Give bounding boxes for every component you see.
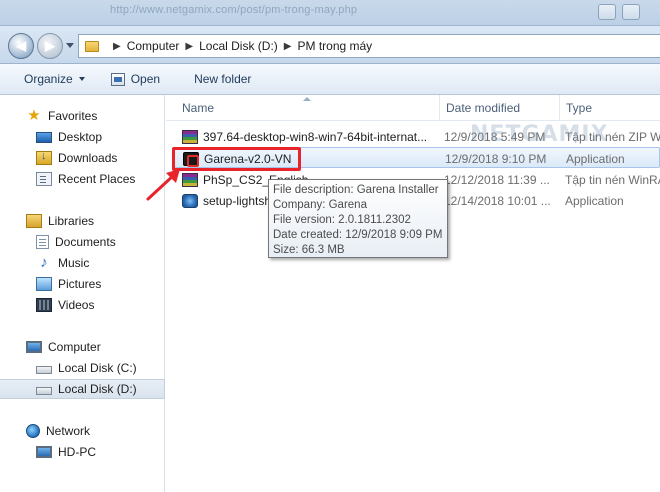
hard-drive-icon (36, 386, 52, 395)
nav-item-documents[interactable]: Documents (0, 232, 165, 252)
nav-label: Local Disk (C:) (58, 361, 137, 375)
annotation-arrow-icon (146, 169, 180, 201)
hard-drive-icon (36, 365, 52, 374)
music-note-icon: ♪ (40, 254, 48, 271)
forward-button[interactable]: ▶ (37, 33, 63, 59)
pc-icon (36, 446, 52, 458)
open-icon (110, 72, 125, 86)
videos-icon (36, 298, 52, 312)
file-info-tooltip: File description: Garena Installer Compa… (268, 179, 448, 258)
nav-label: Videos (58, 298, 95, 312)
nav-label: Desktop (58, 130, 103, 144)
watermark-text: NETGAMIX (470, 122, 609, 147)
column-headers: Name Date modified Type (166, 95, 660, 121)
nav-label: Music (58, 256, 90, 270)
winrar-archive-icon (182, 129, 198, 144)
window-top-strip: http://www.netgamix.com/post/pm-trong-ma… (0, 0, 660, 26)
nav-label: Downloads (58, 151, 118, 165)
network-globe-icon (26, 424, 40, 438)
nav-label: Favorites (48, 109, 98, 123)
downloads-folder-icon (36, 150, 52, 165)
file-type: Application (565, 193, 624, 208)
window-control-button[interactable] (622, 4, 640, 20)
column-header-label: Type (566, 101, 593, 115)
column-header-date-modified[interactable]: Date modified (439, 95, 559, 121)
recent-places-icon (36, 172, 52, 186)
address-bar[interactable]: ▶ Computer ▶ Local Disk (D:) ▶ PM trong … (78, 34, 660, 58)
breadcrumb-separator-icon[interactable]: ▶ (185, 41, 193, 52)
desktop-icon (36, 131, 52, 143)
nav-label: Network (46, 424, 91, 438)
ghost-url-text: http://www.netgamix.com/post/pm-trong-ma… (110, 4, 358, 16)
nav-label: Computer (48, 340, 101, 354)
highlight-box (172, 147, 301, 171)
nav-item-music[interactable]: ♪ Music (0, 253, 165, 273)
nav-label: Pictures (58, 277, 102, 291)
star-icon: ★ (27, 107, 41, 124)
command-toolbar: Organize Open New folder (0, 64, 660, 95)
organize-button[interactable]: Organize (18, 67, 91, 91)
nav-item-desktop[interactable]: Desktop (0, 127, 165, 147)
navigation-pane: ★ Favorites Desktop Downloads Recent Pla… (0, 95, 165, 492)
file-type: Application (566, 151, 625, 166)
file-name-cell: 397.64-desktop-win8-win7-64bit-internat.… (182, 126, 444, 147)
nav-item-pictures[interactable]: Pictures (0, 274, 165, 294)
nav-label: Libraries (48, 214, 95, 228)
nav-label: Local Disk (D:) (58, 382, 137, 396)
pictures-icon (36, 277, 52, 291)
new-folder-label: New folder (194, 72, 252, 86)
file-type: Tập tin nén WinRA (565, 172, 660, 187)
nav-favorites[interactable]: ★ Favorites (0, 106, 165, 126)
file-date: 12/9/2018 9:10 PM (445, 151, 547, 166)
column-header-label: Name (182, 101, 215, 115)
documents-icon (36, 235, 49, 249)
libraries-icon (26, 214, 42, 228)
file-date: 12/12/2018 11:39 ... (444, 172, 550, 187)
computer-icon (26, 341, 42, 353)
breadcrumb-local-disk-d[interactable]: Local Disk (D:) (199, 39, 278, 53)
tooltip-line: File description: Garena Installer (273, 184, 439, 196)
nav-item-hd-pc[interactable]: HD-PC (0, 442, 165, 462)
nav-label: Documents (55, 235, 116, 249)
breadcrumb-pm-trong-may[interactable]: PM trong máy (297, 39, 372, 53)
recent-pages-dropdown[interactable] (66, 43, 74, 48)
tooltip-line: File version: 2.0.1811.2302 (273, 214, 411, 226)
column-header-type[interactable]: Type (559, 95, 660, 121)
breadcrumb-separator-icon[interactable]: ▶ (113, 41, 121, 52)
back-arrow-icon: ◀ (16, 38, 26, 53)
organize-label: Organize (24, 72, 73, 86)
tooltip-line: Date created: 12/9/2018 9:09 PM (273, 229, 443, 241)
nav-item-local-disk-c[interactable]: Local Disk (C:) (0, 358, 165, 378)
nav-libraries[interactable]: Libraries (0, 211, 165, 231)
tooltip-line: Company: Garena (273, 199, 367, 211)
column-header-label: Date modified (446, 101, 521, 115)
breadcrumb-computer[interactable]: Computer (127, 39, 180, 53)
nav-computer[interactable]: Computer (0, 337, 165, 357)
tooltip-line: Size: 66.3 MB (273, 244, 345, 256)
nav-item-local-disk-d[interactable]: Local Disk (D:) (0, 379, 165, 399)
breadcrumb-separator-icon[interactable]: ▶ (284, 41, 292, 52)
open-label: Open (130, 72, 161, 86)
back-button[interactable]: ◀ (8, 33, 34, 59)
new-folder-button[interactable]: New folder (188, 67, 257, 91)
chevron-down-icon (78, 77, 85, 81)
nav-label: Recent Places (58, 172, 136, 186)
nav-item-videos[interactable]: Videos (0, 295, 165, 315)
file-name: 397.64-desktop-win8-win7-64bit-internat.… (203, 129, 428, 144)
forward-arrow-icon: ▶ (45, 38, 55, 53)
window-control-button[interactable] (598, 4, 616, 20)
folder-icon (85, 40, 99, 52)
file-date: 12/14/2018 10:01 ... (444, 193, 551, 208)
nav-network[interactable]: Network (0, 421, 165, 441)
open-button[interactable]: Open (105, 67, 166, 91)
column-header-name[interactable]: Name (176, 95, 440, 121)
nav-label: HD-PC (58, 445, 96, 459)
